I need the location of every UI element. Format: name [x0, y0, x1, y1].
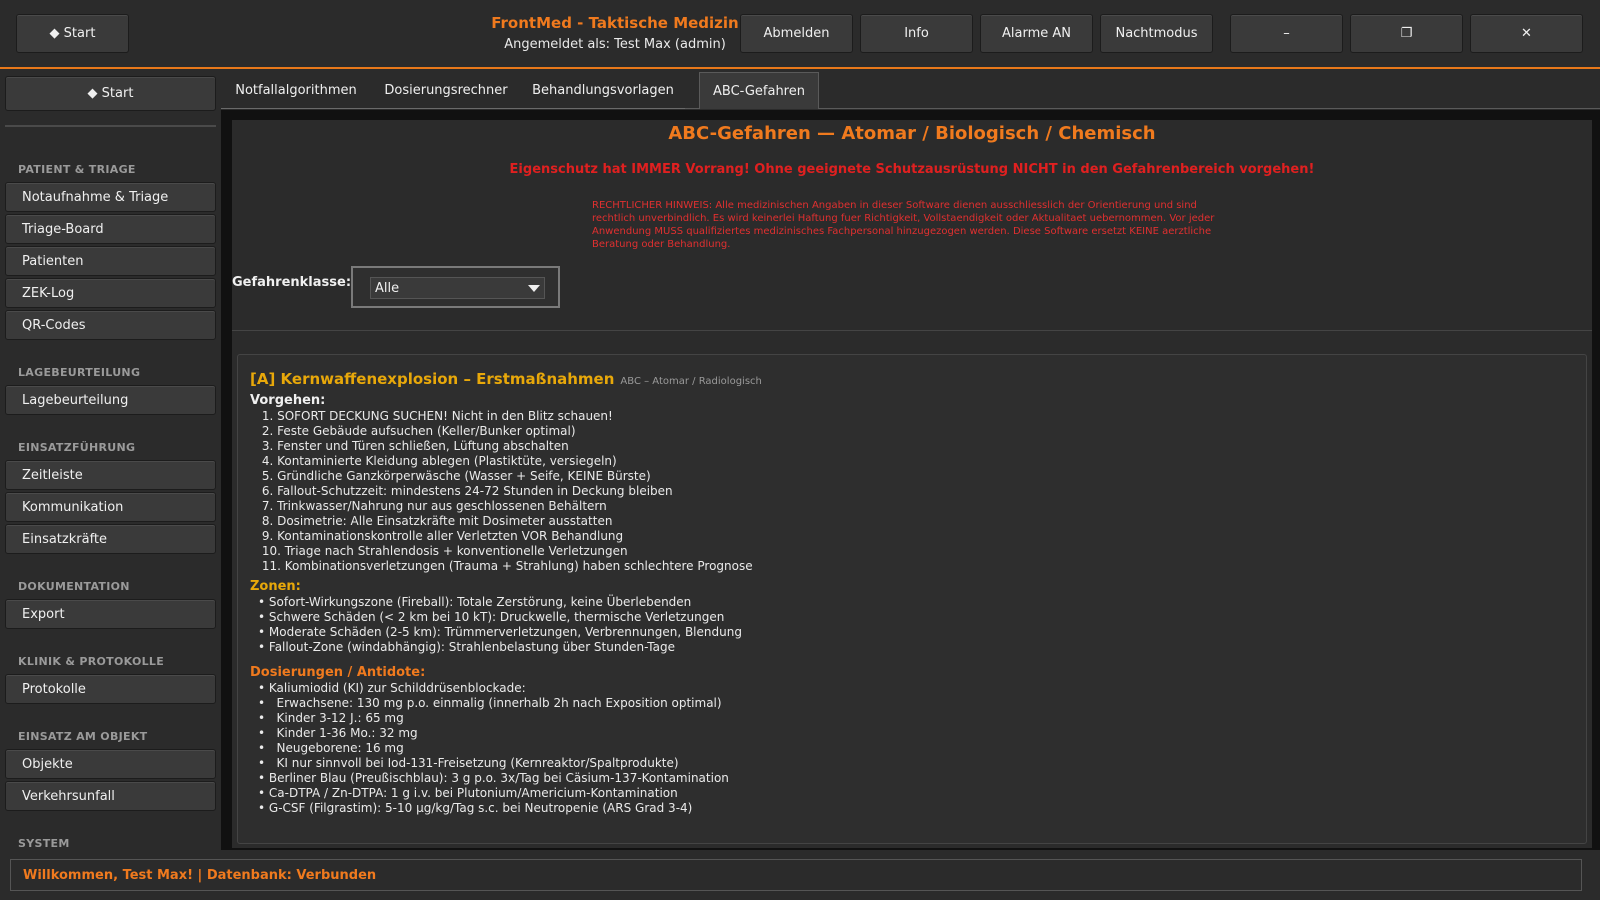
- list-item: 6. Fallout-Schutzzeit: mindestens 24-72 …: [258, 484, 673, 498]
- sidebar-item-verkehrsunfall[interactable]: Verkehrsunfall: [5, 781, 216, 811]
- list-item: • Neugeborene: 16 mg: [258, 741, 404, 755]
- list-item: • Kinder 1-36 Mo.: 32 mg: [258, 726, 418, 740]
- list-item: • Schwere Schäden (< 2 km bei 10 kT): Dr…: [258, 610, 725, 624]
- dosing-list: • Kaliumiodid (KI) zur Schilddrüsenblock…: [258, 681, 729, 816]
- list-item: • Kaliumiodid (KI) zur Schilddrüsenblock…: [258, 681, 526, 695]
- sidebar-item-qr-codes[interactable]: QR-Codes: [5, 310, 216, 340]
- info-button[interactable]: Info: [860, 14, 973, 53]
- night-mode-button[interactable]: Nachtmodus: [1100, 14, 1213, 53]
- section-title-klinik-protokolle: KLINIK & PROTOKOLLE: [18, 655, 165, 668]
- filter-label: Gefahrenklasse:: [232, 275, 352, 290]
- list-item: 9. Kontaminationskontrolle aller Verletz…: [258, 529, 624, 543]
- hazard-category: ABC – Atomar / Radiologisch: [620, 376, 762, 387]
- list-item: 10. Triage nach Strahlendosis + konventi…: [258, 544, 628, 558]
- list-item: • Fallout-Zone (windabhängig): Strahlenb…: [258, 640, 675, 654]
- sidebar-item-objekte[interactable]: Objekte: [5, 749, 216, 779]
- hazard-class-value: Alle: [375, 280, 400, 296]
- tab-bar: Notfallalgorithmen Dosierungsrechner Beh…: [221, 72, 1600, 109]
- app-title: FrontMed - Taktische Medizin: [491, 14, 739, 32]
- zones-list: • Sofort-Wirkungszone (Fireball): Totale…: [258, 595, 742, 655]
- list-item: • Moderate Schäden (2-5 km): Trümmerverl…: [258, 625, 742, 639]
- list-item: 8. Dosimetrie: Alle Einsatzkräfte mit Do…: [258, 514, 613, 528]
- app-header: ◆ Start FrontMed - Taktische Medizin Ang…: [0, 0, 1600, 69]
- procedure-list: 1. SOFORT DECKUNG SUCHEN! Nicht in den B…: [258, 409, 753, 574]
- hazard-class-select[interactable]: Alle: [370, 277, 545, 299]
- sidebar-item-patienten[interactable]: Patienten: [5, 246, 216, 276]
- start-button[interactable]: ◆ Start: [16, 14, 129, 53]
- list-item: 2. Feste Gebäude aufsuchen (Keller/Bunke…: [258, 424, 576, 438]
- list-item: • Kinder 3-12 J.: 65 mg: [258, 711, 404, 725]
- list-item: • Berliner Blau (Preußischblau): 3 g p.o…: [258, 771, 729, 785]
- zones-heading: Zonen:: [250, 579, 301, 594]
- legal-notice: RECHTLICHER HINWEIS: Alle medizinischen …: [592, 200, 1215, 250]
- list-item: • KI nur sinnvoll bei Iod-131-Freisetzun…: [258, 756, 679, 770]
- sidebar-item-triage-board[interactable]: Triage-Board: [5, 214, 216, 244]
- list-item: 4. Kontaminierte Kleidung ablegen (Plast…: [258, 454, 617, 468]
- dosing-heading: Dosierungen / Antidote:: [250, 665, 426, 680]
- sidebar-item-zek-log[interactable]: ZEK-Log: [5, 278, 216, 308]
- section-title-system: SYSTEM: [18, 837, 70, 850]
- sidebar-item-einsatzkraefte[interactable]: Einsatzkräfte: [5, 524, 216, 554]
- logged-in-user: Angemeldet als: Test Max (admin): [504, 37, 726, 52]
- list-item: 5. Gründliche Ganzkörperwäsche (Wasser +…: [258, 469, 651, 483]
- list-item: • Ca-DTPA / Zn-DTPA: 1 g i.v. bei Pluton…: [258, 786, 678, 800]
- sidebar-item-protokolle[interactable]: Protokolle: [5, 674, 216, 704]
- hazard-card: [A] Kernwaffenexplosion – Erstmaßnahmen A…: [237, 354, 1587, 844]
- sidebar-item-notaufnahme[interactable]: Notaufnahme & Triage: [5, 182, 216, 212]
- section-title-patient-triage: PATIENT & TRIAGE: [18, 163, 136, 176]
- sidebar-start-button[interactable]: ◆ Start: [5, 76, 216, 111]
- status-bar: Willkommen, Test Max! | Datenbank: Verbu…: [10, 859, 1582, 891]
- page-title: ABC-Gefahren — Atomar / Biologisch / Che…: [668, 123, 1156, 144]
- list-item: • Erwachsene: 130 mg p.o. einmalig (inne…: [258, 696, 722, 710]
- procedure-heading: Vorgehen:: [250, 393, 326, 408]
- sidebar-divider: [5, 125, 216, 127]
- tab-behandlungsvorlagen[interactable]: Behandlungsvorlagen: [521, 72, 685, 109]
- hazard-card-title: [A] Kernwaffenexplosion – Erstmaßnahmen A…: [250, 370, 762, 388]
- tab-abc-gefahren[interactable]: ABC-Gefahren: [699, 72, 819, 109]
- sidebar-item-zeitleiste[interactable]: Zeitleiste: [5, 460, 216, 490]
- section-title-dokumentation: DOKUMENTATION: [18, 580, 130, 593]
- list-item: • G-CSF (Filgrastim): 5-10 µg/kg/Tag s.c…: [258, 801, 693, 815]
- chevron-down-icon: [528, 285, 540, 292]
- minimize-button[interactable]: –: [1230, 14, 1343, 53]
- sidebar-item-kommunikation[interactable]: Kommunikation: [5, 492, 216, 522]
- tab-dosierungsrechner[interactable]: Dosierungsrechner: [371, 72, 521, 109]
- section-title-lagebeurteilung: LAGEBEURTEILUNG: [18, 366, 141, 379]
- sidebar-item-export[interactable]: Export: [5, 599, 216, 629]
- close-button[interactable]: ✕: [1470, 14, 1583, 53]
- maximize-button[interactable]: ❐: [1350, 14, 1463, 53]
- list-item: 11. Kombinationsverletzungen (Trauma + S…: [258, 559, 753, 573]
- list-item: 3. Fenster und Türen schließen, Lüftung …: [258, 439, 569, 453]
- content-separator: [232, 330, 1592, 331]
- section-title-einsatz-am-objekt: EINSATZ AM OBJEKT: [18, 730, 148, 743]
- list-item: • Sofort-Wirkungszone (Fireball): Totale…: [258, 595, 692, 609]
- sidebar: ◆ Start PATIENT & TRIAGE Notaufnahme & T…: [0, 72, 220, 850]
- safety-warning: Eigenschutz hat IMMER Vorrang! Ohne geei…: [509, 162, 1315, 177]
- sidebar-item-lagebeurteilung[interactable]: Lagebeurteilung: [5, 385, 216, 415]
- hazard-title-text: [A] Kernwaffenexplosion – Erstmaßnahmen: [250, 370, 615, 388]
- alarms-toggle-button[interactable]: Alarme AN: [980, 14, 1093, 53]
- filter-container: Alle: [351, 266, 560, 308]
- section-title-einsatzfuehrung: EINSATZFÜHRUNG: [18, 441, 136, 454]
- list-item: 1. SOFORT DECKUNG SUCHEN! Nicht in den B…: [258, 409, 613, 423]
- logout-button[interactable]: Abmelden: [740, 14, 853, 53]
- status-text: Willkommen, Test Max! | Datenbank: Verbu…: [23, 868, 377, 883]
- abc-content-panel[interactable]: ABC-Gefahren — Atomar / Biologisch / Che…: [232, 120, 1592, 848]
- list-item: 7. Trinkwasser/Nahrung nur aus geschloss…: [258, 499, 607, 513]
- tab-notfallalgorithmen[interactable]: Notfallalgorithmen: [221, 72, 371, 109]
